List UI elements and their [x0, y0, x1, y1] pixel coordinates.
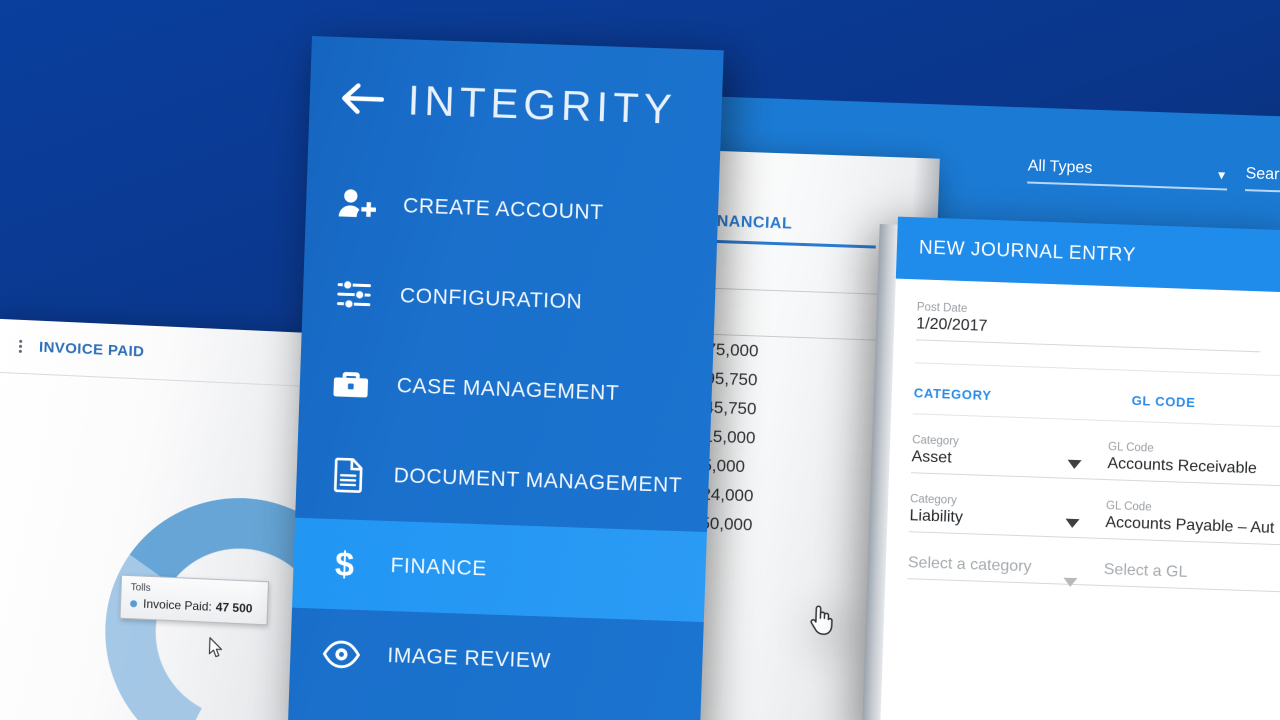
invoice-paid-card: INVOICE PAID Tolls Invoice Paid: 47 500 [0, 318, 310, 720]
journal-entry-row: Select a category Select a GL [907, 552, 1280, 593]
hand-cursor [810, 605, 833, 635]
gl-code-select[interactable]: GL Code Accounts Receivable [1106, 441, 1280, 487]
main-navigation-menu-body: INTEGRITY CREATE ACCOUNT CONFIGURATION CAS… [287, 36, 724, 720]
invoice-paid-card-header: INVOICE PAID [0, 318, 310, 387]
category-select[interactable]: Category Liability [908, 493, 1106, 540]
tooltip-value: 47 500 [215, 599, 253, 616]
main-navigation-menu: INTEGRITY CREATE ACCOUNT CONFIGURATION CAS… [287, 36, 833, 720]
chevron-down-icon: ▼ [1215, 168, 1228, 183]
field-underline [911, 472, 1107, 481]
chevron-down-icon[interactable] [1063, 577, 1078, 588]
menu-item-list: CREATE ACCOUNT CONFIGURATION CASE MANAGEME… [289, 158, 720, 712]
menu-item-label: CASE MANAGEMENT [396, 374, 620, 405]
field-underline [1104, 538, 1280, 546]
category-select[interactable]: Category Asset [911, 434, 1108, 481]
legend-dot-icon [130, 599, 138, 607]
gl-code-value: Accounts Receivable [1107, 455, 1258, 478]
kebab-menu-icon[interactable] [13, 339, 27, 354]
gl-code-select[interactable]: Select a GL [1103, 559, 1280, 593]
menu-item-label: DOCUMENT MANAGEMENT [393, 464, 683, 498]
menu-header: INTEGRITY [308, 36, 724, 172]
search-label: Search [1245, 165, 1280, 184]
new-journal-entry-card-body: NEW JOURNAL ENTRY Post Date 1/20/2017 CA… [879, 216, 1280, 720]
document-icon [326, 455, 369, 494]
menu-item-label: CONFIGURATION [399, 284, 583, 314]
chart-tooltip: Tolls Invoice Paid: 47 500 [119, 574, 269, 626]
menu-item-document-management[interactable]: DOCUMENT MANAGEMENT [295, 428, 710, 532]
briefcase-icon [329, 365, 372, 404]
journal-entry-rows: Category Asset GL Code Accounts Receivable C… [907, 434, 1280, 593]
tooltip-label: Invoice Paid: [142, 596, 213, 614]
journal-entry-row: Category Asset GL Code Accounts Receivable [911, 434, 1280, 487]
person-add-icon [335, 185, 378, 224]
menu-item-finance[interactable]: $ FINANCE [292, 517, 707, 623]
journal-card-title: NEW JOURNAL ENTRY [918, 237, 1137, 266]
journal-entry-row: Category Liability GL Code Accounts Payable… [908, 493, 1280, 546]
gl-code-select[interactable]: GL Code Accounts Payable – Aut [1104, 500, 1280, 546]
gl-code-value: Select a GL [1103, 561, 1188, 581]
chevron-down-icon[interactable] [1065, 518, 1080, 529]
tab-financial[interactable]: FINANCIAL [700, 212, 877, 249]
column-headers: CATEGORY GL CODE [914, 385, 1280, 413]
category-select[interactable]: Select a category [907, 552, 1104, 588]
type-filter-value: All Types [1027, 157, 1093, 177]
field-underline [1106, 479, 1280, 487]
menu-item-label: FINANCE [390, 554, 488, 581]
svg-text:$: $ [334, 546, 354, 583]
invoice-paid-card-title: INVOICE PAID [38, 338, 145, 361]
post-date-field[interactable]: Post Date 1/20/2017 [915, 301, 1262, 353]
column-header-underline [913, 413, 1280, 428]
column-header-gl-code: GL CODE [1131, 392, 1196, 411]
eye-icon [320, 635, 363, 674]
menu-item-configuration[interactable]: CONFIGURATION [301, 248, 716, 352]
field-underline [1103, 585, 1280, 593]
app-title: INTEGRITY [407, 76, 678, 133]
category-value: Select a category [907, 554, 1032, 576]
new-journal-entry-card: NEW JOURNAL ENTRY Post Date 1/20/2017 CA… [861, 216, 1280, 720]
field-underline [908, 531, 1105, 540]
app-screenshot: All Types ▼ Search INVOICE PAID Tolls In… [0, 0, 1280, 720]
menu-item-label: CREATE ACCOUNT [402, 194, 604, 225]
sliders-icon [332, 275, 375, 314]
gl-code-value: Accounts Payable – Aut [1105, 514, 1275, 537]
menu-item-case-management[interactable]: CASE MANAGEMENT [298, 338, 713, 442]
invoice-paid-card-body: INVOICE PAID Tolls Invoice Paid: 47 500 [0, 318, 310, 720]
journal-form: Post Date 1/20/2017 CATEGORY GL CODE Cat… [885, 279, 1280, 593]
chevron-down-icon[interactable] [1067, 459, 1082, 470]
dollar-icon: $ [323, 545, 366, 584]
tooltip-value-row: Invoice Paid: 47 500 [130, 596, 258, 616]
column-header-category: CATEGORY [913, 385, 992, 404]
arrow-cursor [208, 637, 223, 658]
menu-item-image-review[interactable]: IMAGE REVIEW [289, 608, 704, 712]
back-arrow-icon[interactable] [337, 81, 385, 117]
menu-item-label: IMAGE REVIEW [387, 644, 552, 673]
menu-item-create-account[interactable]: CREATE ACCOUNT [305, 158, 720, 262]
section-divider [914, 362, 1280, 377]
